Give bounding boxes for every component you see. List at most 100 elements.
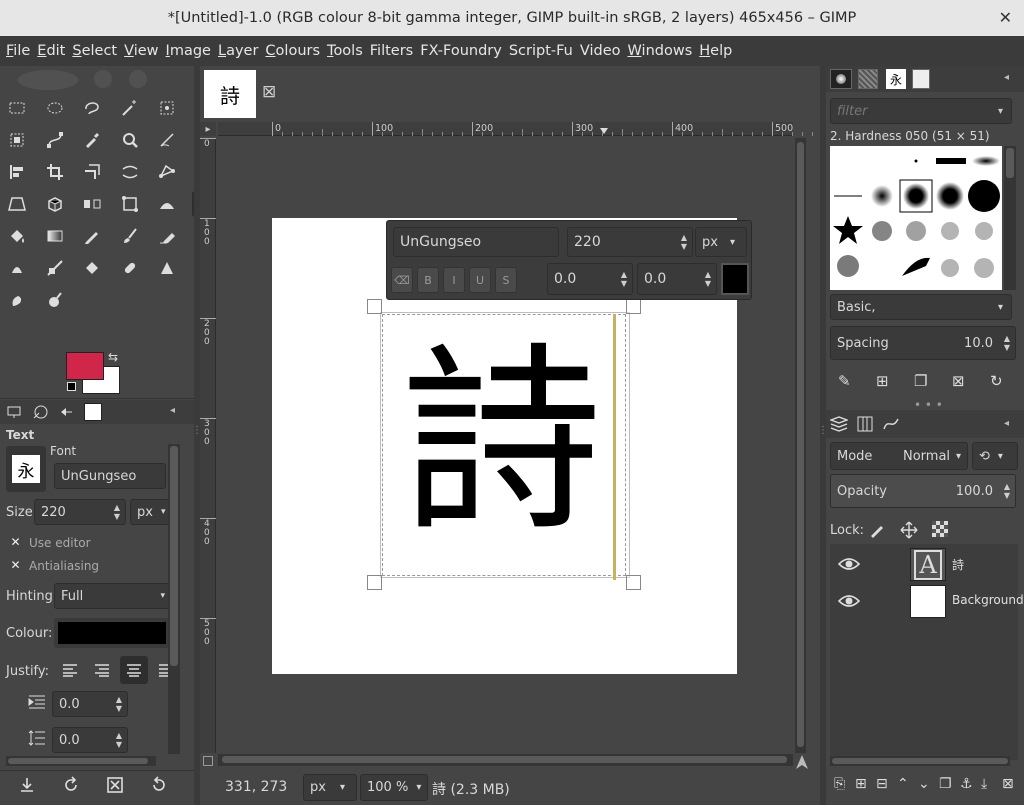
canvas-horizontal-scrollbar[interactable] bbox=[218, 754, 793, 766]
antialiasing-checkbox[interactable]: ✕ bbox=[9, 558, 22, 573]
handle-top-left[interactable] bbox=[367, 299, 382, 314]
menu-view[interactable]: View bbox=[122, 43, 163, 59]
channels-tab-icon[interactable] bbox=[856, 415, 874, 437]
crop-tool[interactable] bbox=[42, 159, 68, 185]
font-name-input[interactable]: UnGungseo bbox=[54, 463, 166, 489]
flip-tool[interactable] bbox=[79, 191, 105, 217]
quick-mask-menu-icon[interactable]: ▸ bbox=[200, 122, 216, 136]
layer-row[interactable]: Background bbox=[830, 583, 1024, 620]
layer-visibility-eye-icon[interactable] bbox=[837, 593, 861, 613]
layer-name[interactable]: 詩 bbox=[952, 556, 964, 573]
indent-spinner[interactable]: ▲ ▼ bbox=[111, 692, 127, 716]
spacing-slider[interactable]: Spacing 10.0 ▲ ▼ bbox=[830, 326, 1016, 360]
menu-colours[interactable]: Colours bbox=[263, 43, 325, 59]
otb-underline-icon[interactable]: U bbox=[469, 267, 491, 293]
window-close-icon[interactable]: ✕ bbox=[999, 8, 1012, 27]
delete-layer-icon[interactable]: ⊠ bbox=[1002, 776, 1014, 792]
refresh-brushes-icon[interactable]: ↻ bbox=[990, 372, 1003, 390]
paths-tool[interactable] bbox=[42, 127, 68, 153]
justify-left-icon[interactable] bbox=[56, 656, 84, 684]
cage-transform-tool[interactable] bbox=[117, 191, 143, 217]
use-editor-checkbox[interactable]: ✕ bbox=[9, 535, 22, 550]
otb-baseline-input[interactable]: 0.0 ▲ ▼ bbox=[547, 263, 633, 295]
size-unit-select[interactable]: px ▾ bbox=[130, 499, 170, 525]
tab-menu-icon[interactable]: ◂ bbox=[170, 405, 175, 416]
rect-select-tool[interactable] bbox=[4, 95, 30, 121]
zoom-select[interactable]: 100 % ▾ bbox=[360, 774, 428, 801]
dodge-burn-tool[interactable] bbox=[42, 287, 68, 313]
font-preview-button[interactable]: 永 bbox=[6, 446, 46, 492]
hinting-select[interactable]: Full ▾ bbox=[54, 583, 172, 609]
fonts-tab-icon[interactable]: 永 bbox=[886, 69, 906, 89]
spacing-spinner[interactable]: ▲ ▼ bbox=[999, 327, 1015, 359]
brush-filter-input[interactable]: filter ▾ bbox=[830, 98, 1012, 124]
brushes-tab-icon[interactable] bbox=[830, 69, 852, 89]
otb-bold-icon[interactable]: B bbox=[417, 267, 439, 293]
lock-alpha-icon[interactable] bbox=[932, 521, 948, 537]
otb-color-swatch[interactable] bbox=[721, 263, 749, 295]
swap-colors-icon[interactable]: ⇆ bbox=[108, 350, 118, 364]
free-select-tool[interactable] bbox=[79, 95, 105, 121]
tool-options-tab-icon[interactable] bbox=[6, 404, 22, 424]
duplicate-brush-icon[interactable]: ❐ bbox=[914, 372, 927, 390]
zoom-tool[interactable] bbox=[117, 127, 143, 153]
layers-hscrollbar[interactable] bbox=[830, 756, 1010, 766]
otb-italic-icon[interactable]: I bbox=[443, 267, 465, 293]
handle-transform-tool[interactable] bbox=[154, 159, 180, 185]
indent-input[interactable]: 0.0 ▲ ▼ bbox=[52, 691, 128, 717]
menu-video[interactable]: Video bbox=[578, 43, 626, 59]
warp-tool[interactable] bbox=[154, 191, 180, 217]
menu-layer[interactable]: Layer bbox=[216, 43, 263, 59]
warp-transform-tool[interactable] bbox=[117, 159, 143, 185]
brush-preset-select[interactable]: Basic, ▾ bbox=[830, 294, 1012, 320]
otb-unit-select[interactable]: px ▾ bbox=[695, 227, 747, 257]
perspective-tool[interactable] bbox=[4, 191, 30, 217]
text-colour-button[interactable] bbox=[54, 618, 170, 648]
ellipse-select-tool[interactable] bbox=[42, 95, 68, 121]
perspective-clone-tool[interactable] bbox=[154, 255, 180, 281]
delete-tool-preset-icon[interactable] bbox=[106, 776, 124, 798]
paths-tab-icon[interactable] bbox=[882, 415, 900, 437]
patterns-tab-icon[interactable] bbox=[858, 69, 878, 89]
paintbrush-tool[interactable] bbox=[117, 223, 143, 249]
foreground-color-swatch[interactable] bbox=[66, 352, 104, 380]
new-layer-group-icon[interactable]: ⊟ bbox=[876, 776, 888, 792]
new-brush-icon[interactable]: ⊞ bbox=[876, 372, 889, 390]
justify-right-icon[interactable] bbox=[88, 656, 116, 684]
otb-baseline-spinner[interactable]: ▲ ▼ bbox=[616, 264, 632, 294]
otb-kerning-spinner[interactable]: ▲ ▼ bbox=[700, 264, 716, 294]
opacity-spinner[interactable]: ▲ ▼ bbox=[999, 475, 1015, 507]
status-unit-select[interactable]: px ▾ bbox=[303, 774, 357, 801]
handle-bottom-left[interactable] bbox=[367, 575, 382, 590]
align-tool[interactable] bbox=[4, 159, 30, 185]
menu-filters[interactable]: Filters bbox=[368, 43, 418, 59]
menu-select[interactable]: Select bbox=[70, 43, 122, 59]
layer-visibility-eye-icon[interactable] bbox=[837, 556, 861, 576]
layers-tab-icon[interactable] bbox=[829, 415, 849, 437]
layer-name[interactable]: Background bbox=[952, 593, 1024, 607]
images-tab-icon[interactable] bbox=[84, 403, 102, 421]
brush-grid-scrollbar[interactable] bbox=[1004, 146, 1016, 290]
delete-brush-icon[interactable]: ⊠ bbox=[952, 372, 965, 390]
edit-brush-icon[interactable]: ✎ bbox=[838, 372, 851, 390]
menu-image[interactable]: Image bbox=[164, 43, 216, 59]
select-by-color-tool[interactable] bbox=[154, 95, 180, 121]
measure-tool[interactable] bbox=[154, 127, 180, 153]
lock-pixels-icon[interactable] bbox=[868, 521, 886, 543]
menu-edit[interactable]: Edit bbox=[35, 43, 70, 59]
unified-transform-tool[interactable] bbox=[79, 159, 105, 185]
fuzzy-select-tool[interactable] bbox=[117, 95, 143, 121]
anchor-layer-icon[interactable]: ⚓ bbox=[960, 776, 973, 792]
menu-file[interactable]: File bbox=[4, 43, 35, 59]
restore-tool-preset-icon[interactable] bbox=[62, 776, 80, 798]
justify-center-icon[interactable] bbox=[120, 656, 148, 684]
size-spinner[interactable]: ▲ ▼ bbox=[109, 500, 125, 524]
layer-composite-select[interactable]: ⟲ ▾ bbox=[972, 442, 1018, 470]
layer-row[interactable]: A詩 bbox=[830, 546, 1018, 583]
otb-size-spinner[interactable]: ▲ ▼ bbox=[676, 228, 692, 256]
lower-layer-icon[interactable]: ⌄ bbox=[918, 776, 930, 792]
heal-tool[interactable] bbox=[117, 255, 143, 281]
save-tool-preset-icon[interactable] bbox=[18, 776, 36, 798]
layer-mode-select[interactable]: Mode Normal ▾ bbox=[830, 442, 968, 470]
bucket-fill-tool[interactable] bbox=[4, 223, 30, 249]
